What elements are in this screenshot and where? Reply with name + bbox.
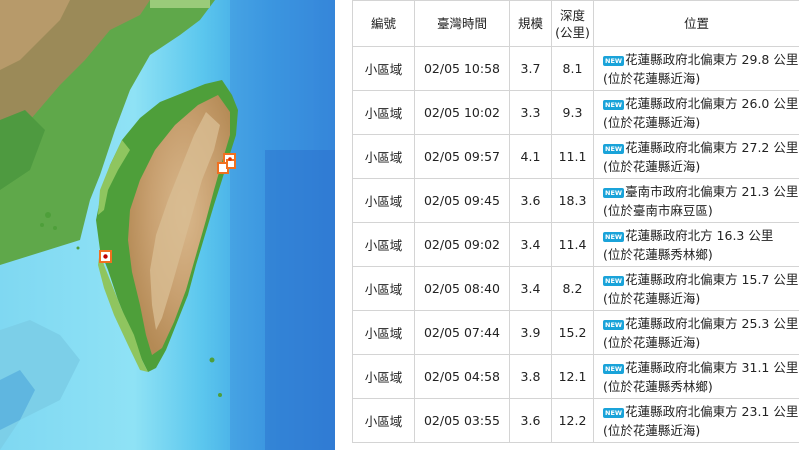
header-depth: 深度 (公里) (551, 0, 594, 47)
location-line2: (位於花蓮縣近海) (603, 70, 701, 86)
new-badge-icon: NEW (603, 319, 625, 330)
cell-location[interactable]: NEW 花蓮縣政府北偏東方 15.7 公里 (位於花蓮縣近海) (593, 266, 799, 311)
cell-id: 小區域 (352, 178, 415, 223)
table-row[interactable]: 小區域 02/05 10:02 3.3 9.3 NEW 花蓮縣政府北偏東方 26.0 公里… (352, 90, 799, 135)
cell-depth: 18.3 (551, 178, 594, 223)
new-badge-icon: NEW (603, 99, 625, 110)
table-row[interactable]: 小區域 02/05 10:58 3.7 8.1 NEW 花蓮縣政府北偏東方 29.8 公里… (352, 46, 799, 91)
cell-id: 小區域 (352, 134, 415, 179)
cell-time: 02/05 09:02 (414, 222, 510, 267)
new-badge-icon: NEW (603, 363, 625, 374)
cell-location[interactable]: NEW 花蓮縣政府北偏東方 23.1 公里 (位於花蓮縣近海) (593, 398, 799, 443)
earthquake-table-panel: 編號 臺灣時間 規模 深度 (公里) 位置 小區域 02/05 10:58 3.7 8.… (352, 0, 799, 450)
table-row[interactable]: 小區域 02/05 03:55 3.6 12.2 NEW 花蓮縣政府北偏東方 23.1 公… (352, 398, 799, 443)
location-line1: 花蓮縣政府北偏東方 26.0 公里 (625, 95, 799, 111)
cell-location[interactable]: NEW 花蓮縣政府北偏東方 26.0 公里 (位於花蓮縣近海) (593, 90, 799, 135)
location-line2: (位於花蓮縣秀林鄉) (603, 246, 713, 262)
cell-magnitude: 3.6 (509, 178, 552, 223)
cell-magnitude: 3.4 (509, 222, 552, 267)
location-line1: 花蓮縣政府北偏東方 31.1 公里 (625, 359, 799, 375)
cell-depth: 12.1 (551, 354, 594, 399)
location-line2: (位於花蓮縣近海) (603, 290, 701, 306)
location-line1: 花蓮縣政府北偏東方 27.2 公里 (625, 139, 799, 155)
cell-magnitude: 3.3 (509, 90, 552, 135)
cell-location[interactable]: NEW 花蓮縣政府北偏東方 29.8 公里 (位於花蓮縣近海) (593, 46, 799, 91)
earthquake-map[interactable] (0, 0, 335, 450)
cell-location[interactable]: NEW 臺南市政府北偏東方 21.3 公里 (位於臺南市麻豆區) (593, 178, 799, 223)
cell-time: 02/05 09:45 (414, 178, 510, 223)
cell-depth: 12.2 (551, 398, 594, 443)
header-location: 位置 (593, 0, 799, 47)
location-line1: 花蓮縣政府北偏東方 15.7 公里 (625, 271, 799, 287)
cell-time: 02/05 10:02 (414, 90, 510, 135)
cell-location[interactable]: NEW 花蓮縣政府北偏東方 27.2 公里 (位於花蓮縣近海) (593, 134, 799, 179)
new-badge-icon: NEW (603, 231, 625, 242)
cell-depth: 8.2 (551, 266, 594, 311)
cell-time: 02/05 09:57 (414, 134, 510, 179)
cell-id: 小區域 (352, 46, 415, 91)
cell-id: 小區域 (352, 398, 415, 443)
cell-depth: 15.2 (551, 310, 594, 355)
cell-location[interactable]: NEW 花蓮縣政府北偏東方 25.3 公里 (位於花蓮縣近海) (593, 310, 799, 355)
location-line2: (位於臺南市麻豆區) (603, 202, 713, 218)
location-line2: (位於花蓮縣近海) (603, 422, 701, 438)
cell-time: 02/05 08:40 (414, 266, 510, 311)
table-header-row: 編號 臺灣時間 規模 深度 (公里) 位置 (352, 0, 799, 47)
cell-id: 小區域 (352, 266, 415, 311)
cell-id: 小區域 (352, 90, 415, 135)
cell-magnitude: 4.1 (509, 134, 552, 179)
cell-id: 小區域 (352, 310, 415, 355)
cell-depth: 11.1 (551, 134, 594, 179)
table-row[interactable]: 小區域 02/05 09:45 3.6 18.3 NEW 臺南市政府北偏東方 21.3 公… (352, 178, 799, 223)
cell-depth: 9.3 (551, 90, 594, 135)
cell-id: 小區域 (352, 222, 415, 267)
table-row[interactable]: 小區域 02/05 08:40 3.4 8.2 NEW 花蓮縣政府北偏東方 15.7 公里… (352, 266, 799, 311)
cell-time: 02/05 07:44 (414, 310, 510, 355)
cell-time: 02/05 10:58 (414, 46, 510, 91)
header-magnitude: 規模 (509, 0, 552, 47)
cell-magnitude: 3.9 (509, 310, 552, 355)
location-line1: 臺南市政府北偏東方 21.3 公里 (625, 183, 799, 199)
new-badge-icon: NEW (603, 187, 625, 198)
new-badge-icon: NEW (603, 407, 625, 418)
epicenter-markers (99, 153, 236, 263)
location-line1: 花蓮縣政府北偏東方 29.8 公里 (625, 51, 799, 67)
cell-magnitude: 3.4 (509, 266, 552, 311)
header-depth-line2: (公里) (555, 24, 590, 40)
location-line2: (位於花蓮縣近海) (603, 334, 701, 350)
location-line1: 花蓮縣政府北偏東方 25.3 公里 (625, 315, 799, 331)
cell-magnitude: 3.6 (509, 398, 552, 443)
table-row[interactable]: 小區域 02/05 09:57 4.1 11.1 NEW 花蓮縣政府北偏東方 27.2 公… (352, 134, 799, 179)
spacer (335, 0, 352, 450)
cell-magnitude: 3.7 (509, 46, 552, 91)
table-row[interactable]: 小區域 02/05 04:58 3.8 12.1 NEW 花蓮縣政府北偏東方 31.1 公… (352, 354, 799, 399)
cell-id: 小區域 (352, 354, 415, 399)
header-depth-line1: 深度 (559, 7, 585, 23)
location-line2: (位於花蓮縣近海) (603, 158, 701, 174)
new-badge-icon: NEW (603, 55, 625, 66)
epicenter-marker-tainan[interactable] (99, 250, 112, 263)
table-row[interactable]: 小區域 02/05 09:02 3.4 11.4 NEW 花蓮縣政府北方 16.3 公里 (… (352, 222, 799, 267)
cell-depth: 8.1 (551, 46, 594, 91)
location-line1: 花蓮縣政府北方 16.3 公里 (625, 227, 774, 243)
cell-time: 02/05 04:58 (414, 354, 510, 399)
location-line2: (位於花蓮縣近海) (603, 114, 701, 130)
location-line1: 花蓮縣政府北偏東方 23.1 公里 (625, 403, 799, 419)
cell-location[interactable]: NEW 花蓮縣政府北偏東方 31.1 公里 (位於花蓮縣秀林鄉) (593, 354, 799, 399)
new-badge-icon: NEW (603, 275, 625, 286)
header-id: 編號 (352, 0, 415, 47)
new-badge-icon: NEW (603, 143, 625, 154)
header-time: 臺灣時間 (414, 0, 510, 47)
epicenter-marker-hualien[interactable] (217, 153, 236, 174)
location-line2: (位於花蓮縣秀林鄉) (603, 378, 713, 394)
cell-time: 02/05 03:55 (414, 398, 510, 443)
cell-location[interactable]: NEW 花蓮縣政府北方 16.3 公里 (位於花蓮縣秀林鄉) (593, 222, 799, 267)
cell-magnitude: 3.8 (509, 354, 552, 399)
earthquake-table: 編號 臺灣時間 規模 深度 (公里) 位置 小區域 02/05 10:58 3.7 8.… (352, 0, 799, 443)
cell-depth: 11.4 (551, 222, 594, 267)
table-row[interactable]: 小區域 02/05 07:44 3.9 15.2 NEW 花蓮縣政府北偏東方 25.3 公… (352, 310, 799, 355)
